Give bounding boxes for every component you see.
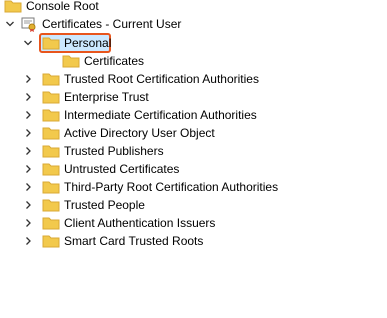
tree-item-label: Personal: [64, 36, 112, 50]
tree-item-label: Certificates - Current User: [42, 17, 182, 31]
chevron-right-icon[interactable]: [22, 88, 34, 106]
chevron-right-icon[interactable]: [22, 178, 34, 196]
tree-item-label: Trusted Root Certification Authorities: [64, 72, 259, 86]
folder-icon: [42, 109, 60, 122]
folder-icon: [42, 127, 60, 140]
chevron-right-icon[interactable]: [22, 124, 34, 142]
tree-item-label: Third-Party Root Certification Authoriti…: [64, 180, 279, 194]
chevron-right-icon[interactable]: [22, 106, 34, 124]
chevron-right-icon[interactable]: [22, 196, 34, 214]
folder-icon: [42, 163, 60, 176]
chevron-down-icon[interactable]: [22, 34, 34, 52]
tree-item-label: Active Directory User Object: [64, 126, 215, 140]
chevron-down-icon[interactable]: [4, 15, 16, 33]
folder-icon: [42, 91, 60, 104]
folder-icon: [42, 181, 60, 194]
tree-item-label: Trusted People: [64, 198, 145, 212]
tree-item-store[interactable]: Trusted Publishers: [22, 142, 164, 160]
tree-item-store[interactable]: Client Authentication Issuers: [22, 214, 215, 232]
chevron-right-icon[interactable]: [22, 214, 34, 232]
tree-item-label: Certificates: [84, 54, 145, 68]
tree-item-label: Enterprise Trust: [64, 90, 149, 104]
tree-item-console-root[interactable]: Console Root: [4, 0, 99, 15]
folder-icon: [42, 199, 60, 212]
folder-icon: [42, 73, 60, 86]
tree-item-label: Trusted Publishers: [64, 144, 164, 158]
tree-item-store[interactable]: Trusted People: [22, 196, 145, 214]
tree-item-label: Untrusted Certificates: [64, 162, 180, 176]
chevron-right-icon[interactable]: [22, 142, 34, 160]
folder-icon: [42, 37, 60, 50]
tree-item-store[interactable]: Smart Card Trusted Roots: [22, 232, 203, 250]
folder-icon: [42, 145, 60, 158]
folder-icon: [42, 217, 60, 230]
folder-icon: [4, 0, 22, 13]
folder-icon: [62, 55, 80, 68]
chevron-right-icon[interactable]: [22, 232, 34, 250]
folder-icon: [42, 235, 60, 248]
tree-item-store[interactable]: Intermediate Certification Authorities: [22, 106, 257, 124]
tree-item-label: Intermediate Certification Authorities: [64, 108, 257, 122]
tree-item-store[interactable]: Enterprise Trust: [22, 88, 149, 106]
certificates-snapin-icon: [21, 17, 36, 32]
tree-item-store[interactable]: Third-Party Root Certification Authoriti…: [22, 178, 278, 196]
tree-item-personal[interactable]: Personal: [22, 34, 111, 52]
tree-item-label: Client Authentication Issuers: [64, 216, 216, 230]
chevron-right-icon[interactable]: [22, 70, 34, 88]
tree-item-personal-certificates[interactable]: Certificates: [62, 52, 144, 70]
chevron-right-icon[interactable]: [22, 160, 34, 178]
tree-item-label: Console Root: [26, 0, 99, 13]
tree-item-store[interactable]: Untrusted Certificates: [22, 160, 179, 178]
tree-item-certificates-current-user[interactable]: Certificates - Current User: [4, 15, 181, 33]
tree-item-label: Smart Card Trusted Roots: [64, 234, 204, 248]
tree-item-store[interactable]: Trusted Root Certification Authorities: [22, 70, 259, 88]
tree-item-store[interactable]: Active Directory User Object: [22, 124, 215, 142]
